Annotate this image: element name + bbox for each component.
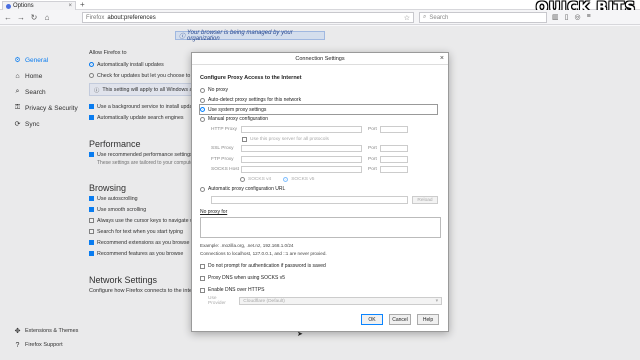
radio[interactable]: [200, 186, 205, 192]
toolbar-icons: ▥ ▯ ◎ ≡: [552, 13, 591, 21]
manual-proxy-option[interactable]: Manual proxy configuration: [200, 114, 442, 124]
search-placeholder: Search: [429, 14, 449, 21]
socks-host-row: SOCKS Host Port: [200, 165, 442, 176]
ssl-proxy-label: SSL Proxy: [211, 146, 234, 152]
title-bar: Options × + QUICK BITS: [0, 0, 640, 16]
dialog-buttons: OK Cancel Help: [361, 314, 439, 325]
bookmark-star-icon[interactable]: ☆: [404, 14, 410, 22]
search-icon: ⌕: [423, 14, 427, 20]
dns-provider-select[interactable]: Cloudflare (Default) ▾: [239, 297, 442, 305]
option-label: Enable DNS over HTTPS: [208, 287, 265, 293]
dns-provider-row: Use Provider Cloudflare (Default) ▾: [200, 296, 442, 306]
chevron-down-icon: ▾: [435, 298, 438, 304]
option-label: Auto-detect proxy settings for this netw…: [208, 97, 302, 103]
close-tab-icon[interactable]: ×: [68, 3, 72, 9]
ftp-proxy-row: FTP Proxy Port: [200, 154, 442, 165]
radio[interactable]: [200, 97, 205, 103]
ftp-proxy-input[interactable]: [241, 155, 362, 163]
no-proxy-example: Example: .mozilla.org, .net.nz, 192.168.…: [200, 243, 294, 248]
help-button[interactable]: Help: [417, 314, 439, 325]
no-proxy-for-label: No proxy for: [200, 209, 228, 215]
port-label: Port: [368, 167, 377, 173]
socks4-radio[interactable]: [240, 177, 245, 182]
tab-options[interactable]: Options ×: [2, 1, 76, 10]
no-proxy-for-textarea[interactable]: [200, 217, 441, 238]
reload-button[interactable]: Reload: [412, 195, 438, 204]
checkbox[interactable]: [200, 263, 205, 269]
proxy-dns-checkbox[interactable]: Proxy DNS when using SOCKS v5: [200, 272, 442, 284]
port-label: Port: [368, 126, 377, 132]
http-proxy-input[interactable]: [241, 125, 362, 133]
no-proxy-option[interactable]: No proxy: [200, 85, 442, 95]
close-icon[interactable]: ×: [440, 55, 444, 62]
url-text: about:preferences: [107, 14, 156, 21]
search-input[interactable]: ⌕ Search: [419, 12, 547, 23]
socks-version-row: SOCKS v4 SOCKS v5: [200, 175, 442, 184]
dialog-title: Connection Settings: [192, 53, 448, 65]
ftp-port-input[interactable]: [380, 155, 408, 163]
http-proxy-label: HTTP Proxy: [211, 126, 238, 132]
auto-detect-option[interactable]: Auto-detect proxy settings for this netw…: [200, 95, 442, 105]
url-bar[interactable]: Firefox about:preferences ☆: [82, 12, 414, 23]
ftp-proxy-label: FTP Proxy: [211, 156, 234, 162]
localhost-note: Connections to localhost, 127.0.0.1, and…: [200, 251, 327, 256]
back-icon[interactable]: ←: [4, 13, 12, 22]
option-label: Use system proxy settings: [208, 106, 267, 113]
checkbox[interactable]: [200, 287, 205, 293]
nav-bar: ← → ↻ ⌂ Firefox about:preferences ☆ ⌕ Se…: [0, 10, 640, 25]
port-label: Port: [368, 146, 377, 152]
radio[interactable]: [200, 107, 205, 112]
proxy-heading: Configure Proxy Access to the Internet: [200, 75, 302, 81]
radio[interactable]: [200, 87, 205, 93]
menu-icon[interactable]: ≡: [587, 13, 591, 21]
use-provider-label: Use Provider: [208, 296, 226, 306]
socks5-radio[interactable]: [283, 177, 289, 182]
system-proxy-option[interactable]: Use system proxy settings: [199, 104, 438, 115]
socks4-label: SOCKS v4: [248, 177, 272, 182]
option-label: Manual proxy configuration: [208, 116, 269, 122]
cancel-button[interactable]: Cancel: [389, 314, 411, 325]
reload-icon[interactable]: ↻: [30, 13, 38, 22]
socks-port-input[interactable]: [380, 166, 408, 174]
socks5-label: SOCKS v5: [291, 177, 315, 182]
option-label: Proxy DNS when using SOCKS v5: [208, 275, 285, 281]
option-label: Automatic proxy configuration URL: [208, 186, 286, 192]
dns-over-https-checkbox[interactable]: Enable DNS over HTTPS: [200, 284, 442, 296]
use-all-protocols-checkbox[interactable]: Use this proxy server for all protocols: [200, 135, 442, 144]
connection-settings-dialog: Connection Settings × Configure Proxy Ac…: [191, 52, 449, 332]
ok-button[interactable]: OK: [361, 314, 383, 325]
option-label: No proxy: [208, 87, 229, 93]
forward-icon[interactable]: →: [17, 13, 25, 22]
checkbox[interactable]: [242, 136, 247, 142]
option-label: Do not prompt for authentication if pass…: [208, 263, 326, 269]
socks-host-input[interactable]: [241, 166, 362, 174]
auto-config-row: Reload: [200, 194, 442, 205]
http-proxy-row: HTTP Proxy Port: [200, 124, 442, 135]
tab-title: Options: [13, 3, 34, 9]
socks-host-label: SOCKS Host: [211, 167, 239, 173]
home-icon[interactable]: ⌂: [43, 13, 51, 22]
dialog-body: Configure Proxy Access to the Internet N…: [199, 75, 442, 306]
library-icon[interactable]: ▥: [552, 13, 559, 21]
http-port-input[interactable]: [380, 125, 408, 133]
radio[interactable]: [200, 116, 205, 122]
provider-value: Cloudflare (Default): [243, 298, 285, 304]
url-prefix: Firefox: [86, 14, 105, 21]
auto-config-option[interactable]: Automatic proxy configuration URL: [200, 184, 442, 194]
option-label: Use this proxy server for all protocols: [250, 136, 329, 142]
ssl-port-input[interactable]: [380, 145, 408, 153]
sidebar-icon[interactable]: ▯: [565, 13, 569, 21]
gear-icon: [6, 3, 11, 9]
new-tab-button[interactable]: +: [80, 1, 85, 9]
port-label: Port: [368, 156, 377, 162]
ssl-proxy-input[interactable]: [241, 145, 362, 153]
ssl-proxy-row: SSL Proxy Port: [200, 144, 442, 155]
auto-config-url-input[interactable]: [211, 195, 408, 204]
no-prompt-auth-checkbox[interactable]: Do not prompt for authentication if pass…: [200, 260, 442, 272]
account-icon[interactable]: ◎: [574, 13, 580, 21]
checkbox[interactable]: [200, 275, 205, 281]
